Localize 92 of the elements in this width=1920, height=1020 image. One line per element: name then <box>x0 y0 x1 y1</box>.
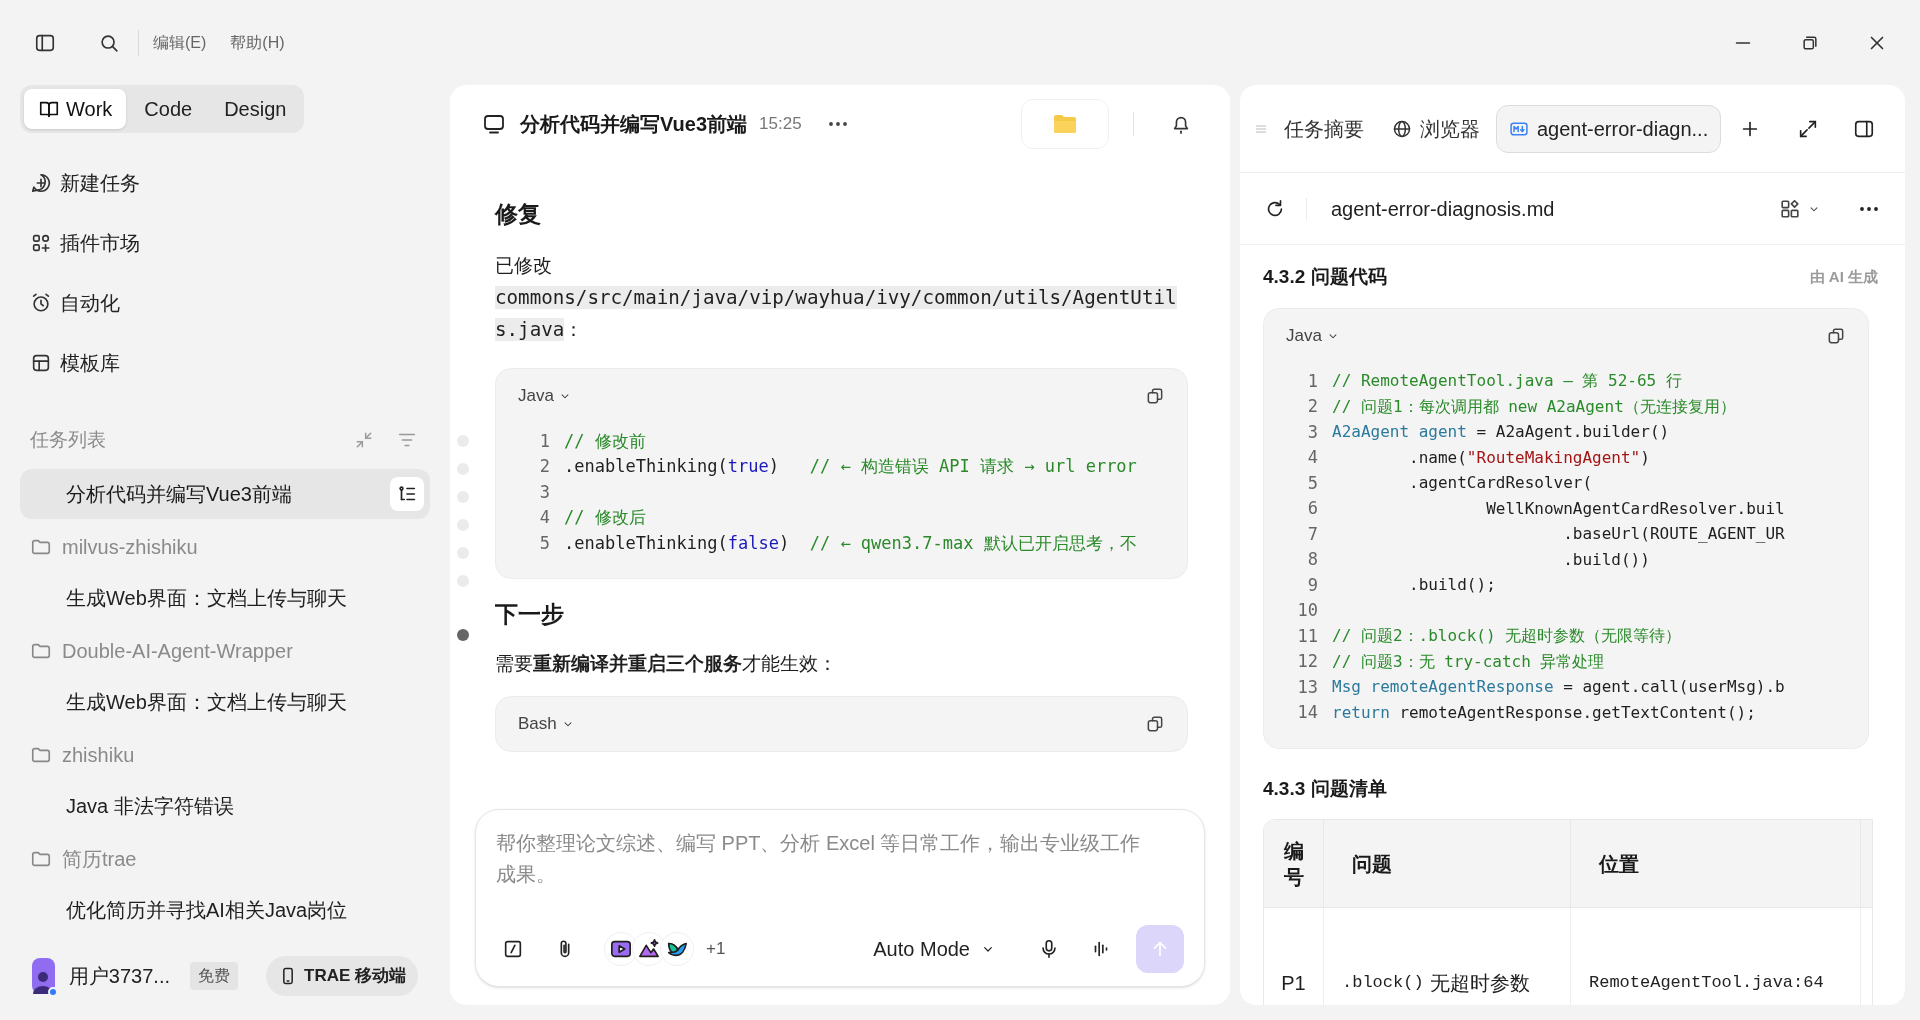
paragraph: 需要重新编译并重启三个服务才能生效： <box>495 651 838 676</box>
nav-item[interactable]: 自动化 <box>20 273 430 333</box>
task-item[interactable]: 优化简历并寻找AI相关Java岗位 <box>20 885 430 935</box>
section-heading: 4.3.2 问题代码 <box>1263 265 1387 289</box>
line-number: 1 <box>1306 369 1318 393</box>
mode-tab[interactable]: Design <box>210 89 301 129</box>
viewer-tab[interactable]: 浏览器 <box>1380 104 1492 153</box>
task-item[interactable]: 生成Web界面：文档上传与聊天 <box>20 573 430 623</box>
language-dropdown[interactable]: Bash <box>518 711 575 737</box>
mobile-app-button[interactable]: TRAE 移动端 <box>266 956 418 996</box>
line-number: 7 <box>1306 522 1318 546</box>
user-name[interactable]: 用户3737... <box>68 961 170 991</box>
section-heading: 4.3.3 问题清单 <box>1263 776 1387 801</box>
code-line: // 问题1：每次调用都 new A2aAgent（无连接复用） <box>1332 395 1736 418</box>
column-header[interactable]: 位置 <box>1571 820 1861 907</box>
table-cell: P1 <box>1264 908 1324 1005</box>
task-item[interactable]: 生成Web界面：文档上传与聊天 <box>20 677 430 727</box>
collapse-icon[interactable] <box>354 430 374 450</box>
line-number: 1 <box>538 429 550 453</box>
line-number: 5 <box>1306 471 1318 495</box>
line-number: 12 <box>1296 650 1318 673</box>
more-tools-count[interactable]: +1 <box>706 936 726 962</box>
plan-badge: 免费 <box>190 962 238 990</box>
code-line: WellKnownAgentCardResolver.buil <box>1485 497 1785 520</box>
section-title: 任务列表 <box>30 427 107 452</box>
chat-icon <box>482 112 506 136</box>
view-options-icon[interactable] <box>1779 197 1801 220</box>
line-number: 4 <box>538 506 550 529</box>
code-line: .enableThinking(true) // ← 构造错误 API 请求 → url error <box>564 455 1137 478</box>
line-number: 14 <box>1296 701 1318 724</box>
line-number: 4 <box>1306 446 1318 469</box>
menu-item[interactable]: 帮助(H) <box>230 30 285 55</box>
avatar[interactable] <box>32 958 55 994</box>
folder-icon <box>1053 114 1077 134</box>
section-heading: 下一步 <box>495 600 565 629</box>
line-number: 5 <box>538 531 550 555</box>
plugins-icon <box>30 232 52 254</box>
chat-title: 分析代码并编写Vue3前端 <box>520 112 748 137</box>
task-item[interactable]: 分析代码并编写Vue3前端 <box>20 469 430 519</box>
copy-icon[interactable] <box>1145 714 1165 734</box>
code-line: // 修改前 <box>564 429 646 453</box>
code-line: .build(); <box>1408 574 1496 597</box>
mode-tab[interactable]: Work <box>24 89 127 129</box>
code-line: .enableThinking(false) // ← qwen3.7-max 默认已开启思考，不 <box>564 531 1137 555</box>
alarm-clock-icon <box>30 292 52 314</box>
outline-button[interactable] <box>390 477 424 511</box>
nav-item[interactable]: 插件市场 <box>20 213 430 273</box>
task-item[interactable]: Java 非法字符错误 <box>20 781 430 831</box>
chat-time: 15:25 <box>759 113 802 136</box>
code-line: return remoteAgentResponse.getTextContent(); <box>1332 701 1756 724</box>
line-number: 10 <box>1296 599 1318 622</box>
ai-generated-label: 由 AI 生成 <box>1809 267 1878 287</box>
code-line: // RemoteAgentTool.java — 第 52-65 行 <box>1332 370 1682 393</box>
column-header[interactable]: 问题 <box>1324 820 1571 907</box>
code-line: .build()) <box>1562 548 1650 571</box>
line-number: 2 <box>538 455 550 478</box>
message-input[interactable]: 帮你整理论文综述、编写 PPT、分析 Excel 等日常工作，输出专业级工作成果。 +1 Auto Mode <box>475 809 1205 987</box>
line-number: 6 <box>1306 497 1318 520</box>
line-number: 2 <box>1306 395 1318 418</box>
line-number: 13 <box>1296 675 1318 699</box>
language-dropdown[interactable]: Java <box>1286 322 1340 349</box>
code-line: .baseUrl(ROUTE_AGENT_UR <box>1562 523 1785 546</box>
mode-tab[interactable]: Code <box>130 89 207 129</box>
code-line: .name("RouteMakingAgent") <box>1408 446 1650 469</box>
viewer-tab[interactable]: agent-error-diagn... <box>1496 104 1722 153</box>
line-number: 3 <box>1306 420 1318 444</box>
table-cell: .block() 无超时参数 <box>1324 908 1571 1005</box>
mode-dropdown[interactable]: Auto Mode <box>873 934 996 964</box>
column-header[interactable]: 编号 <box>1264 820 1324 907</box>
nav-item[interactable]: 新建任务 <box>20 153 430 213</box>
line-number: 3 <box>538 480 550 504</box>
layout-icon <box>30 352 52 374</box>
code-line: // 问题3：无 try-catch 异常处理 <box>1332 650 1605 673</box>
file-name: agent-error-diagnosis.md <box>1331 196 1556 222</box>
line-number: 11 <box>1296 624 1318 648</box>
slash-icon <box>502 938 524 960</box>
code-line: Msg remoteAgentResponse = agent.call(userMsg).b <box>1332 676 1785 699</box>
table-cell: RemoteAgentTool.java:64 <box>1571 908 1861 1005</box>
line-number: 8 <box>1306 548 1318 571</box>
globe-icon <box>1392 118 1412 139</box>
image-tool-icon[interactable] <box>638 938 660 960</box>
language-dropdown[interactable]: Java <box>518 382 572 409</box>
viewer-tab[interactable]: 任务摘要 <box>1272 104 1376 153</box>
line-number: 9 <box>1306 573 1318 597</box>
code-line: A2aAgent agent = A2aAgent.builder() <box>1332 421 1670 444</box>
section-heading: 修复 <box>495 200 542 229</box>
nav-item[interactable]: 模板库 <box>20 333 430 393</box>
code-line: // 问题2：.block() 无超时参数（无限等待） <box>1332 625 1682 648</box>
menu-item[interactable]: 编辑(E) <box>153 30 207 55</box>
code-line: // 修改后 <box>564 506 646 529</box>
code-line: .agentCardResolver( <box>1408 472 1593 495</box>
video-tool-icon[interactable] <box>610 938 632 960</box>
